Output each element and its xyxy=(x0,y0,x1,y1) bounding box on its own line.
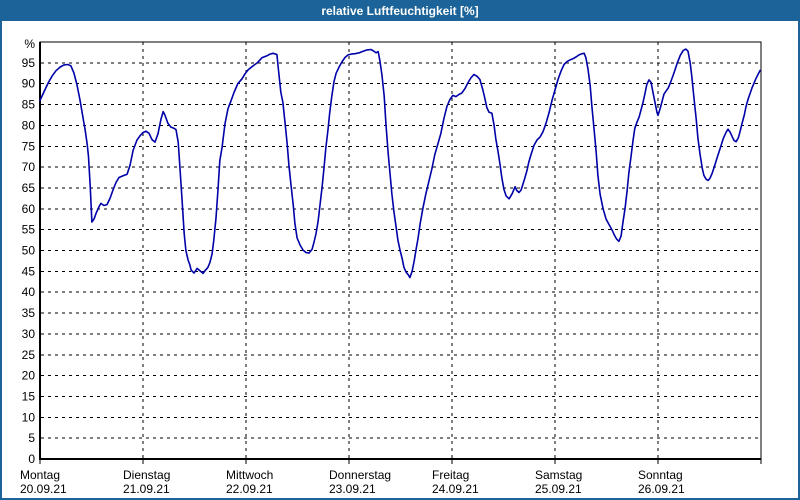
window-title: relative Luftfeuchtigkeit [%] xyxy=(321,4,479,18)
day-name-label: Sonntag xyxy=(638,468,683,482)
y-tick-label: 75 xyxy=(22,139,36,153)
y-tick-label: 5 xyxy=(28,431,35,445)
y-tick-label: 50 xyxy=(22,244,36,258)
humidity-chart: 0 5 10 15 20 25 30 35 40 45 50 55 60 65 70 75 80 85 90 95% M… xyxy=(2,23,798,498)
y-tick-label: 20 xyxy=(22,369,36,383)
day-name-label: Freitag xyxy=(432,468,469,482)
y-tick-label: 65 xyxy=(22,181,36,195)
day-name-label: Montag xyxy=(20,468,60,482)
day-name-label: Mittwoch xyxy=(226,468,273,482)
y-tick-label: 55 xyxy=(22,223,36,237)
window-title-bar[interactable]: relative Luftfeuchtigkeit [%] xyxy=(2,2,798,21)
h-gridlines xyxy=(41,62,761,439)
day-date-label: 20.09.21 xyxy=(20,482,67,496)
day-date-label: 22.09.21 xyxy=(226,482,273,496)
y-tick-label: 40 xyxy=(22,285,36,299)
x-axis-labels: Montag20.09.21 Dienstag21.09.21 Mittwoch22… xyxy=(20,468,685,496)
day-date-label: 23.09.21 xyxy=(329,482,376,496)
y-axis-labels: 0 5 10 15 20 25 30 35 40 45 50 55 60 65 70 75 80 85 90 95% xyxy=(22,37,36,466)
y-tick-label: 15 xyxy=(22,389,36,403)
day-name-label: Dienstag xyxy=(123,468,170,482)
y-axis-unit-label: % xyxy=(24,37,35,51)
y-tick-label: 95 xyxy=(22,56,36,70)
day-date-label: 26.09.21 xyxy=(638,482,685,496)
app-window: relative Luftfeuchtigkeit [%] 0 5 10 15 20 25… xyxy=(0,0,800,500)
chart-canvas: 0 5 10 15 20 25 30 35 40 45 50 55 60 65 70 75 80 85 90 95% M… xyxy=(20,37,762,496)
day-date-label: 21.09.21 xyxy=(123,482,170,496)
day-date-label: 25.09.21 xyxy=(535,482,582,496)
day-name-label: Donnerstag xyxy=(329,468,391,482)
y-tick-label: 90 xyxy=(22,77,36,91)
y-tick-label: 25 xyxy=(22,348,36,362)
y-tick-label: 45 xyxy=(22,264,36,278)
y-tick-label: 60 xyxy=(22,202,36,216)
y-tick-label: 80 xyxy=(22,118,36,132)
y-tick-label: 85 xyxy=(22,98,36,112)
day-name-label: Samstag xyxy=(535,468,582,482)
y-tick-label: 35 xyxy=(22,306,36,320)
y-tick-label: 70 xyxy=(22,160,36,174)
y-tick-label: 0 xyxy=(28,452,35,466)
day-date-label: 24.09.21 xyxy=(432,482,479,496)
y-tick-label: 30 xyxy=(22,327,36,341)
y-tick-label: 10 xyxy=(22,410,36,424)
